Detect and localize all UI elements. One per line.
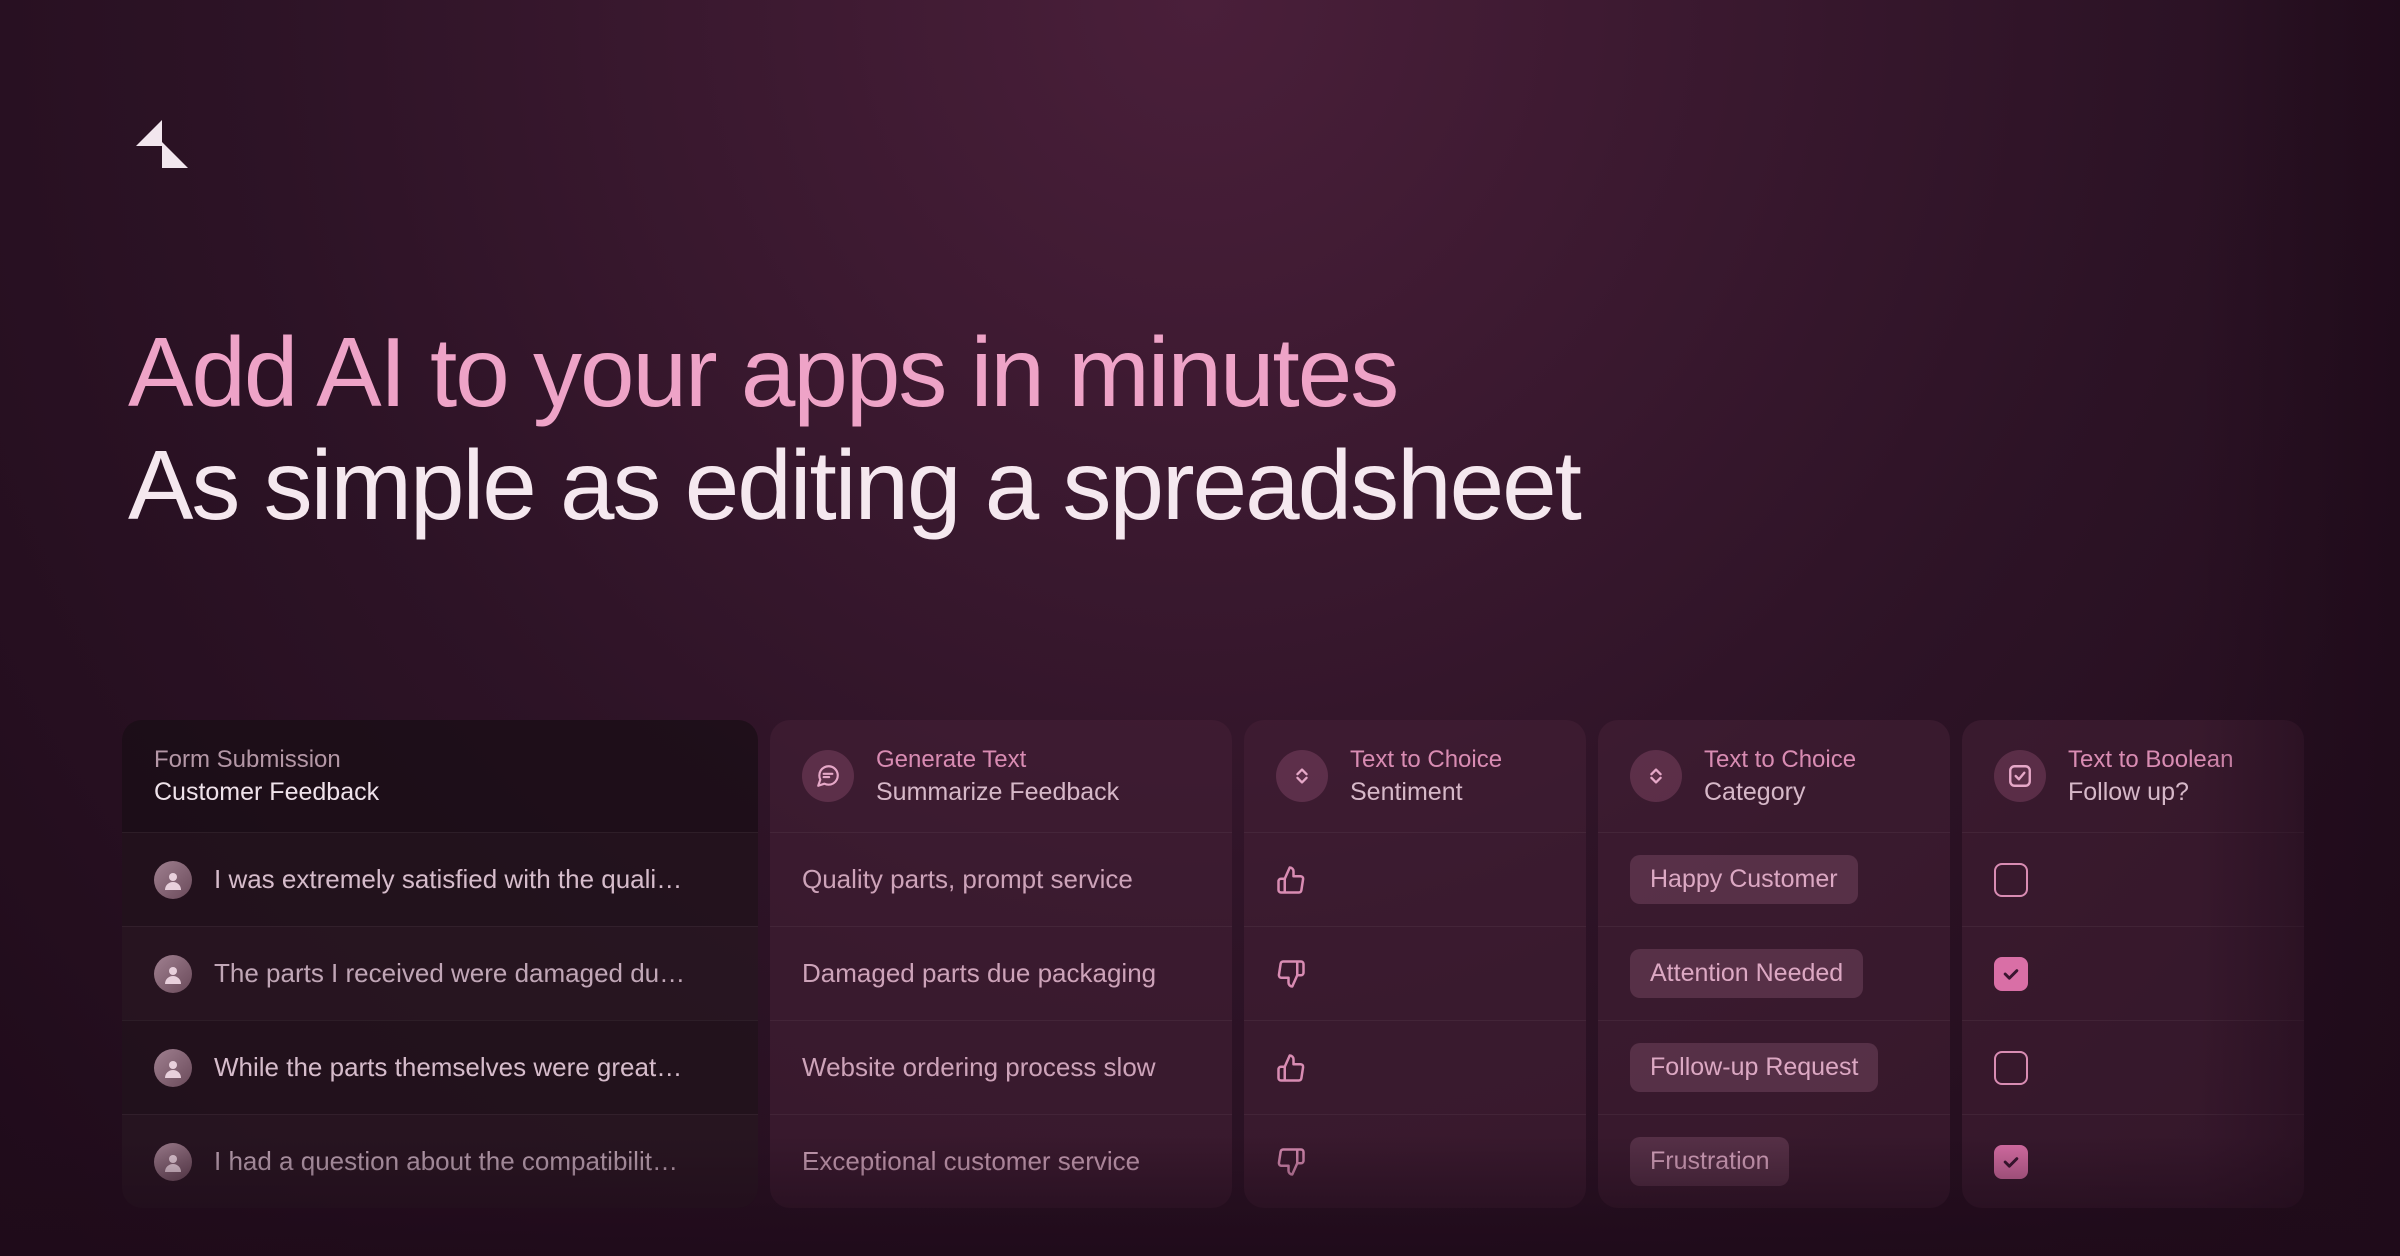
headline-line-2: As simple as editing a spreadsheet: [128, 429, 1580, 542]
table-row[interactable]: Exceptional customer service: [770, 1114, 1232, 1208]
table-row[interactable]: Damaged parts due packaging: [770, 926, 1232, 1020]
table-row[interactable]: [1244, 926, 1586, 1020]
feedback-text: While the parts themselves were great…: [214, 1052, 682, 1083]
follow-up-checkbox[interactable]: [1994, 1051, 2028, 1085]
message-icon: [802, 750, 854, 802]
column-name-label: Follow up?: [2068, 778, 2233, 807]
column-sentiment: Text to Choice Sentiment: [1244, 720, 1586, 1208]
column-follow-up: Text to Boolean Follow up?: [1962, 720, 2304, 1208]
category-tag: Frustration: [1630, 1137, 1789, 1186]
column-type-label: Text to Choice: [1350, 746, 1502, 774]
column-header-feedback[interactable]: Form Submission Customer Feedback: [122, 720, 758, 832]
column-header-sentiment[interactable]: Text to Choice Sentiment: [1244, 720, 1586, 832]
table-row[interactable]: [1962, 832, 2304, 926]
category-tag: Happy Customer: [1630, 855, 1858, 904]
table-row[interactable]: Frustration: [1598, 1114, 1950, 1208]
table-row[interactable]: Quality parts, prompt service: [770, 832, 1232, 926]
sort-icon: [1276, 750, 1328, 802]
table-row[interactable]: I had a question about the compatibilit…: [122, 1114, 758, 1208]
thumbs-up-icon: [1276, 1053, 1306, 1083]
avatar: [154, 1143, 192, 1181]
avatar: [154, 955, 192, 993]
feedback-text: The parts I received were damaged du…: [214, 958, 685, 989]
column-name-label: Customer Feedback: [154, 778, 379, 807]
summary-text: Damaged parts due packaging: [802, 958, 1156, 989]
table-row[interactable]: While the parts themselves were great…: [122, 1020, 758, 1114]
follow-up-checkbox[interactable]: [1994, 863, 2028, 897]
column-type-label: Text to Choice: [1704, 746, 1856, 774]
table-row[interactable]: [1244, 1114, 1586, 1208]
column-name-label: Category: [1704, 778, 1856, 807]
table-row[interactable]: Attention Needed: [1598, 926, 1950, 1020]
summary-text: Quality parts, prompt service: [802, 864, 1133, 895]
summary-text: Website ordering process slow: [802, 1052, 1156, 1083]
column-type-label: Generate Text: [876, 746, 1119, 774]
table-row[interactable]: [1244, 1020, 1586, 1114]
sort-icon: [1630, 750, 1682, 802]
summary-text: Exceptional customer service: [802, 1146, 1140, 1177]
hero-headline: Add AI to your apps in minutes As simple…: [128, 316, 1580, 541]
column-header-follow-up[interactable]: Text to Boolean Follow up?: [1962, 720, 2304, 832]
avatar: [154, 861, 192, 899]
feedback-text: I had a question about the compatibilit…: [214, 1146, 678, 1177]
checkbox-icon: [1994, 750, 2046, 802]
table-row[interactable]: [1244, 832, 1586, 926]
brand-logo: [130, 112, 194, 176]
thumbs-down-icon: [1276, 1147, 1306, 1177]
column-header-category[interactable]: Text to Choice Category: [1598, 720, 1950, 832]
table-row[interactable]: [1962, 926, 2304, 1020]
column-header-summary[interactable]: Generate Text Summarize Feedback: [770, 720, 1232, 832]
category-tag: Follow-up Request: [1630, 1043, 1878, 1092]
follow-up-checkbox[interactable]: [1994, 957, 2028, 991]
table-row[interactable]: [1962, 1020, 2304, 1114]
column-feedback: Form Submission Customer Feedback I was …: [122, 720, 758, 1208]
table-row[interactable]: [1962, 1114, 2304, 1208]
table-row[interactable]: Happy Customer: [1598, 832, 1950, 926]
follow-up-checkbox[interactable]: [1994, 1145, 2028, 1179]
column-type-label: Text to Boolean: [2068, 746, 2233, 774]
feedback-text: I was extremely satisfied with the quali…: [214, 864, 682, 895]
thumbs-up-icon: [1276, 865, 1306, 895]
table-row[interactable]: Website ordering process slow: [770, 1020, 1232, 1114]
thumbs-down-icon: [1276, 959, 1306, 989]
table-row[interactable]: I was extremely satisfied with the quali…: [122, 832, 758, 926]
category-tag: Attention Needed: [1630, 949, 1863, 998]
column-summary: Generate Text Summarize Feedback Quality…: [770, 720, 1232, 1208]
table-row[interactable]: The parts I received were damaged du…: [122, 926, 758, 1020]
column-category: Text to Choice Category Happy Customer A…: [1598, 720, 1950, 1208]
column-name-label: Summarize Feedback: [876, 778, 1119, 807]
headline-line-1: Add AI to your apps in minutes: [128, 316, 1580, 429]
table-row[interactable]: Follow-up Request: [1598, 1020, 1950, 1114]
data-board: Form Submission Customer Feedback I was …: [122, 720, 2400, 1208]
column-name-label: Sentiment: [1350, 778, 1502, 807]
column-type-label: Form Submission: [154, 746, 379, 774]
avatar: [154, 1049, 192, 1087]
